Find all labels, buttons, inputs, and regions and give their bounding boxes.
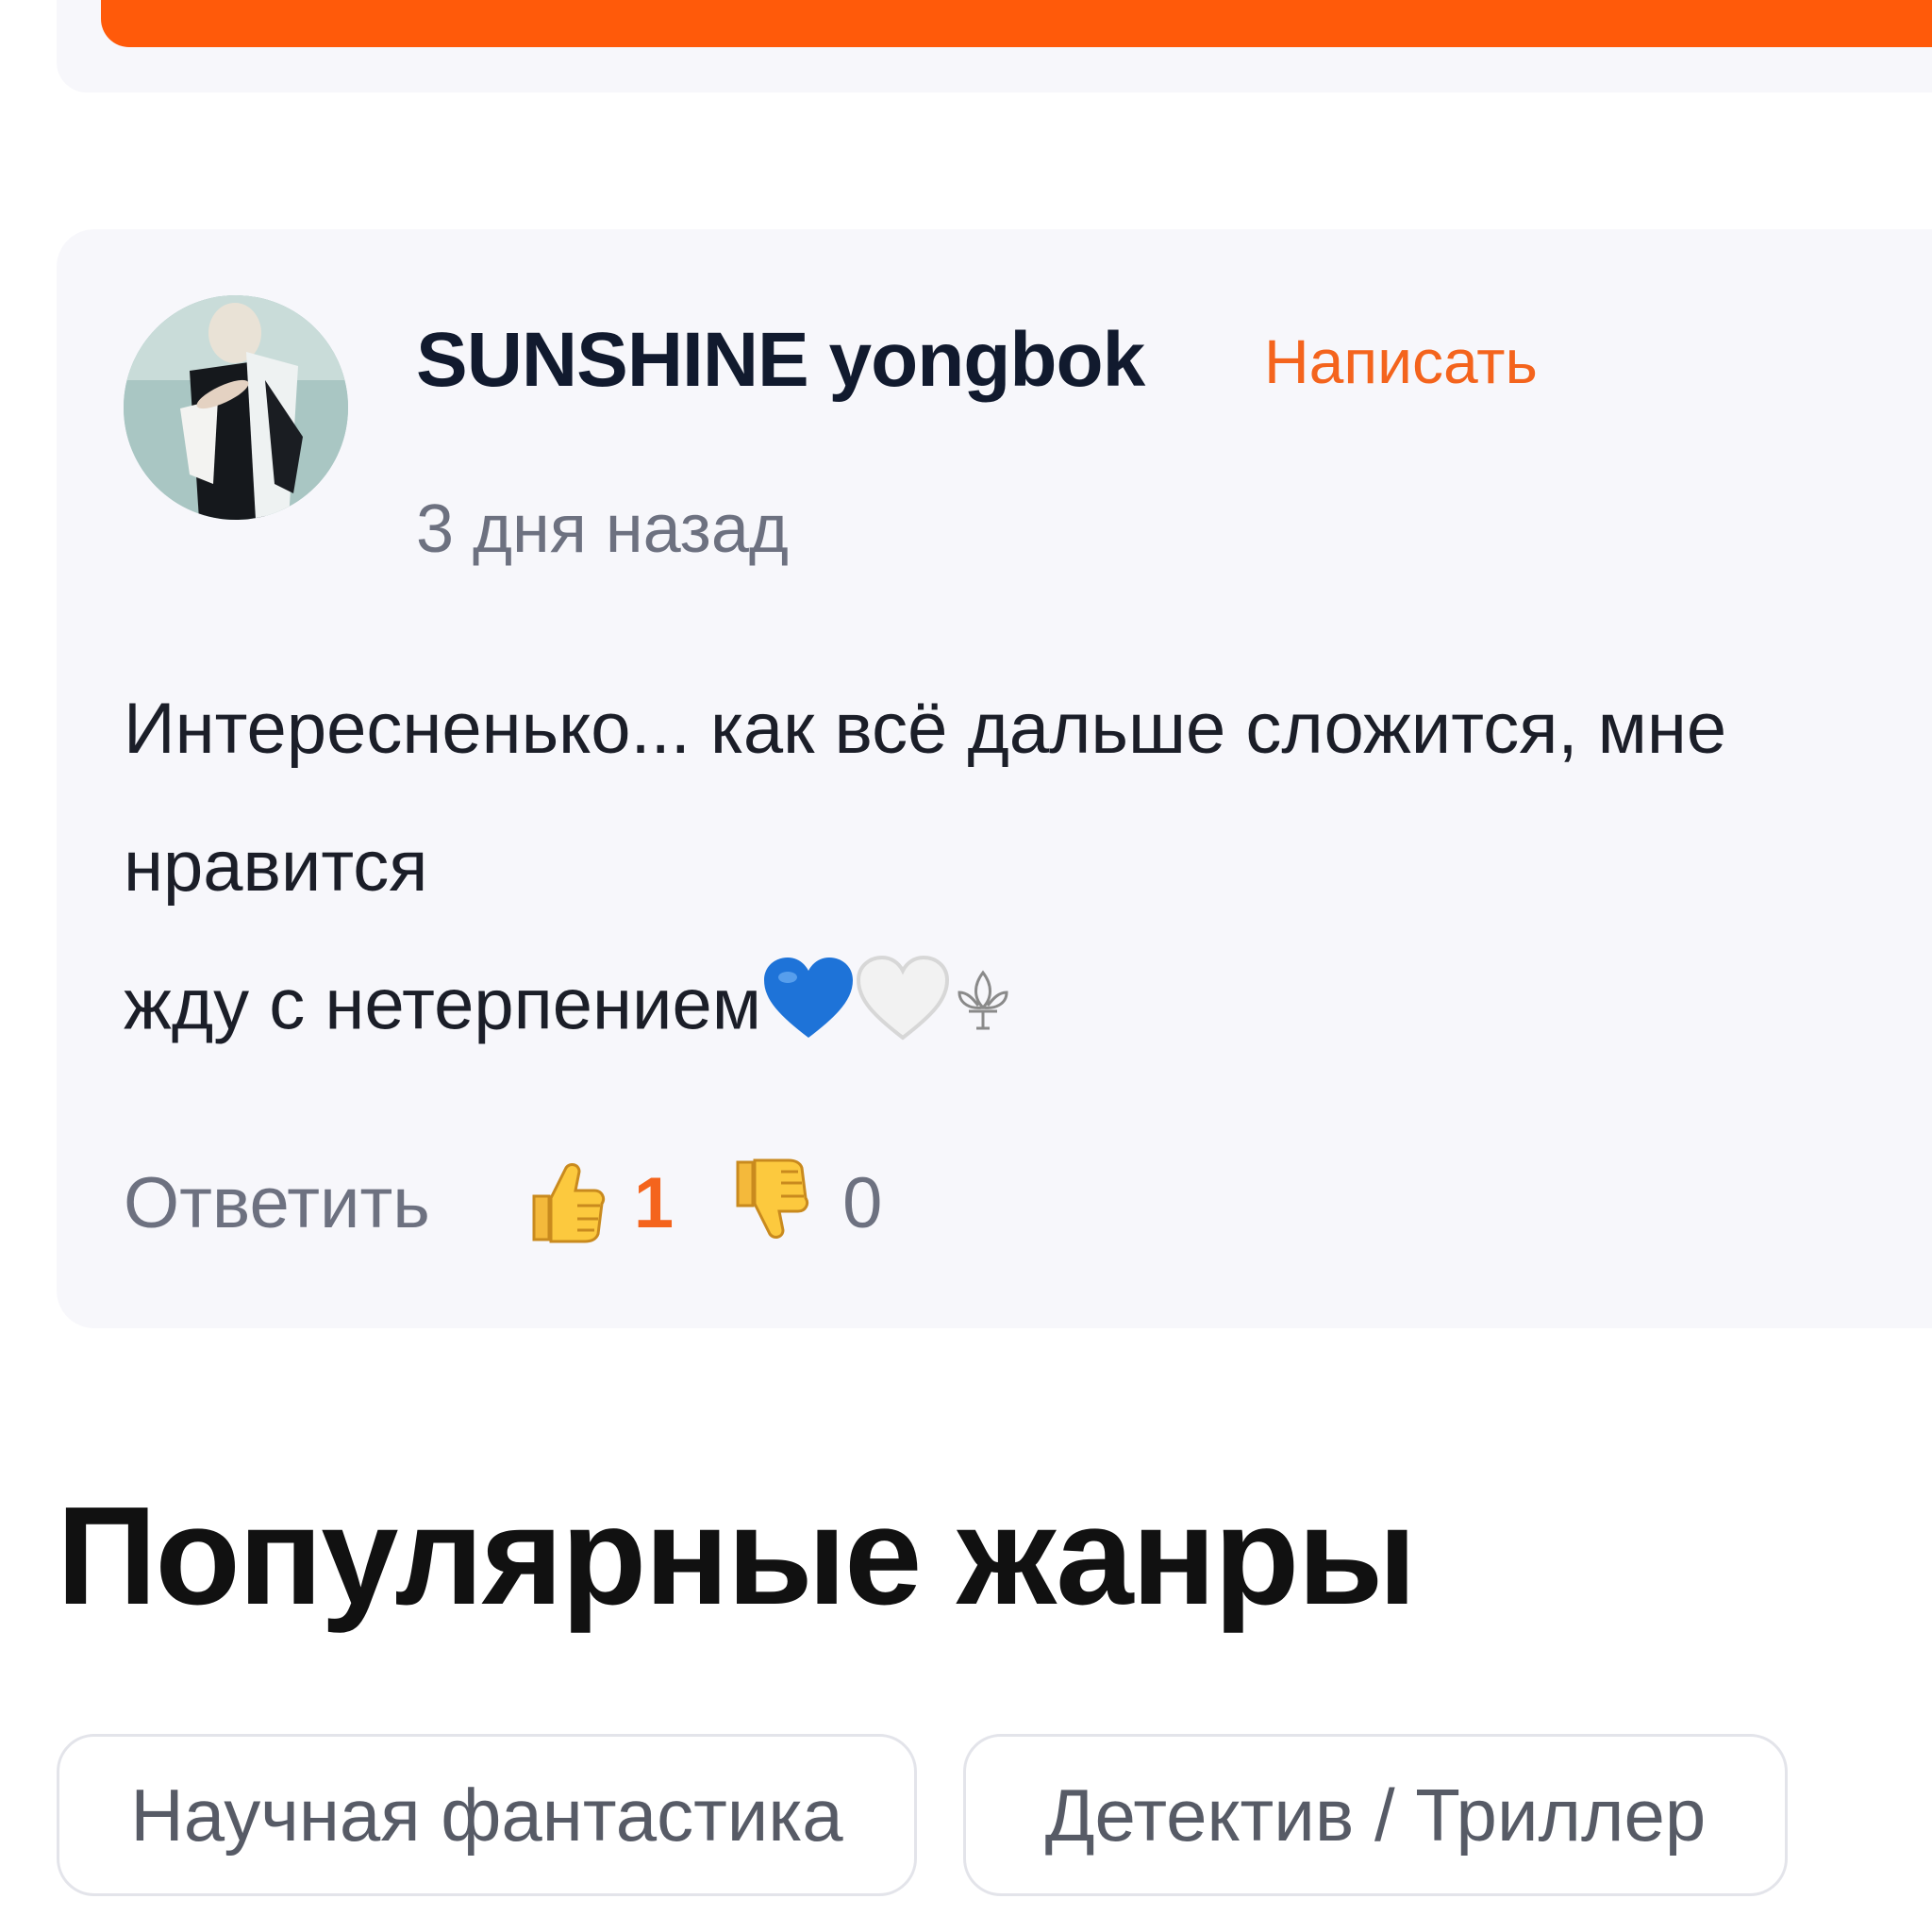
genre-chip-detective-thriller[interactable]: Детектив / Триллер: [963, 1734, 1788, 1896]
dislike-button[interactable]: 0: [728, 1158, 882, 1248]
comment-body: Интересненько... как всё дальше сложится…: [124, 660, 1916, 1065]
thumbs-down-icon: [728, 1158, 809, 1248]
reply-button[interactable]: Ответить: [124, 1162, 430, 1244]
dislike-count: 0: [842, 1162, 883, 1243]
avatar[interactable]: [124, 295, 348, 520]
genre-chip-sci-fi[interactable]: Научная фантастика: [57, 1734, 917, 1896]
write-message-link[interactable]: Написать: [1264, 325, 1538, 397]
comment-username[interactable]: SUNSHINE yongbok: [416, 316, 1145, 405]
like-button[interactable]: 1: [525, 1158, 728, 1248]
comment-text-line-2-text: жду с нетерпением: [124, 964, 761, 1045]
blue-heart-icon: [761, 955, 856, 1065]
like-count: 1: [633, 1162, 675, 1243]
thumbs-up-icon: [525, 1158, 606, 1248]
avatar-image: [124, 295, 348, 520]
comment-actions: Ответить 1 0: [124, 1156, 882, 1250]
popular-genres-title: Популярные жанры: [57, 1478, 1417, 1634]
comment-timestamp: 3 дня назад: [416, 491, 789, 567]
page: SUNSHINE yongbok Написать 3 дня назад Ин…: [0, 0, 1932, 1932]
white-heart-icon: [856, 955, 950, 1065]
primary-orange-button[interactable]: [101, 0, 1932, 47]
comment-text-line-1: Интересненько... как всё дальше сложится…: [124, 689, 1727, 907]
comment-text-line-2: жду с нетерпением: [124, 955, 1916, 1065]
fleur-de-lis-icon: [950, 963, 1016, 1058]
